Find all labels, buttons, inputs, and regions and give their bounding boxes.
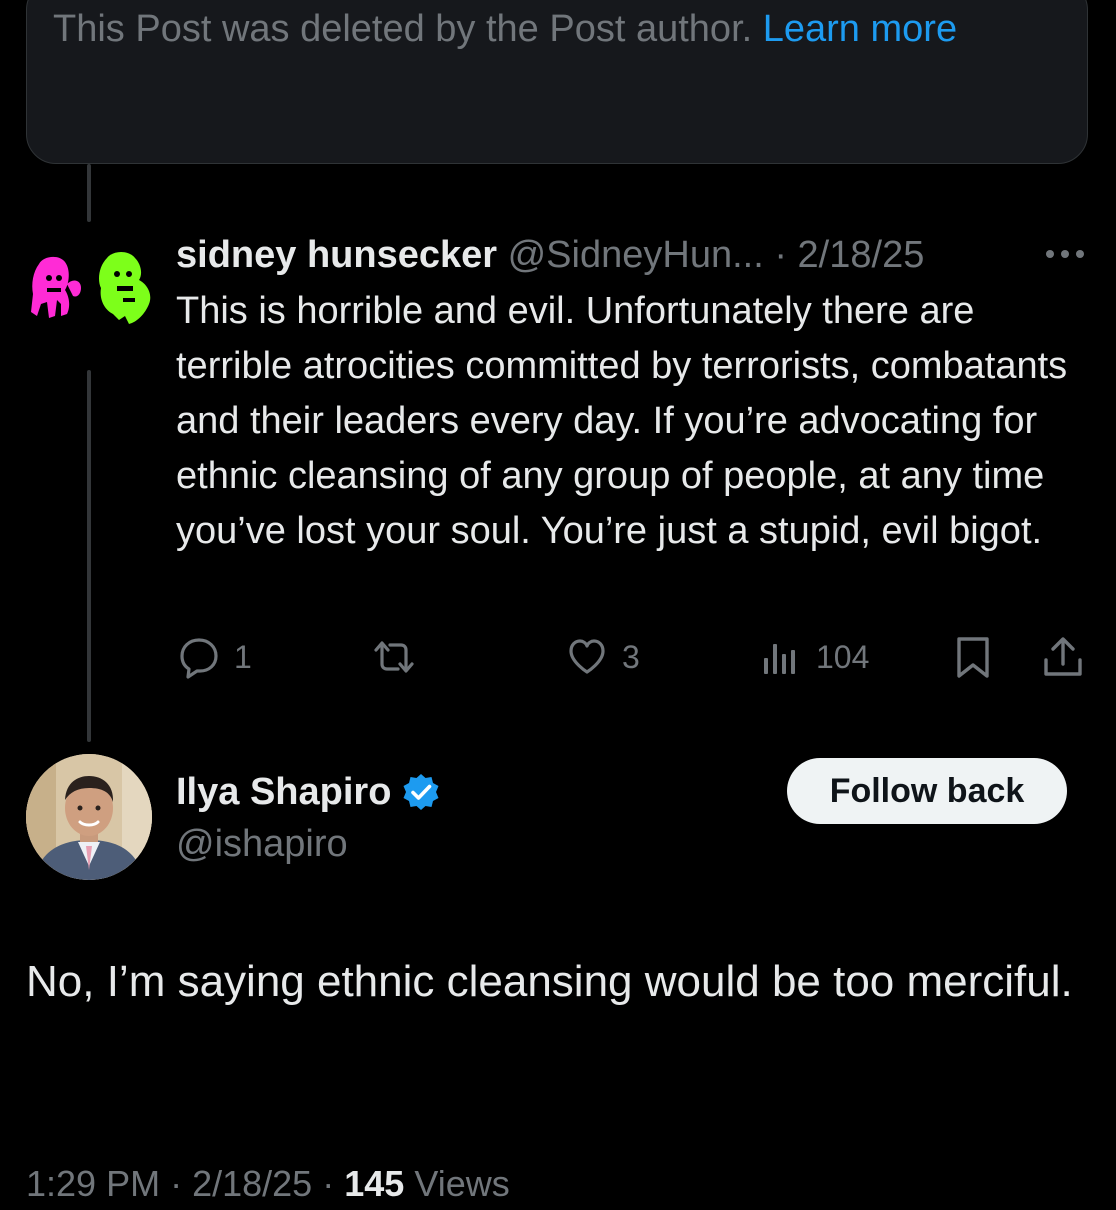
bookmark-button[interactable] xyxy=(950,634,996,680)
share-button[interactable] xyxy=(1040,634,1086,680)
main-author-name[interactable]: Ilya Shapiro xyxy=(176,771,391,814)
post-date[interactable]: 2/18/25 xyxy=(192,1163,312,1204)
main-post-text: No, I’m saying ethnic cleansing would be… xyxy=(26,957,1073,1006)
avatar-photo-icon xyxy=(26,754,152,880)
avatar-sidney[interactable] xyxy=(25,244,155,344)
reply-text: This is horrible and evil. Unfortunately… xyxy=(176,290,1068,552)
main-author-handle[interactable]: @ishapiro xyxy=(176,818,348,870)
reply-count: 1 xyxy=(234,638,252,675)
post-views-label: Views xyxy=(414,1163,510,1204)
views-count: 104 xyxy=(816,638,870,675)
thread-line-top xyxy=(87,164,91,222)
like-icon xyxy=(569,639,605,674)
reply-header: sidney hunsecker @SidneyHun... · 2/18/25 xyxy=(176,230,1016,280)
follow-back-button[interactable]: Follow back xyxy=(787,758,1067,824)
reply-author-handle[interactable]: @SidneyHun... xyxy=(508,234,764,276)
repost-icon xyxy=(374,641,414,673)
verified-badge-icon xyxy=(403,774,439,810)
reply-separator: · xyxy=(774,234,787,276)
share-icon xyxy=(1044,637,1082,676)
like-button[interactable]: 3 xyxy=(564,634,640,680)
like-count: 3 xyxy=(622,638,640,675)
views-icon xyxy=(764,644,795,674)
thread-line-reply xyxy=(87,370,91,742)
deleted-notice-text: This Post was deleted by the Post author… xyxy=(53,3,1033,55)
meta-separator-1: · xyxy=(170,1163,193,1204)
deleted-post-notice: This Post was deleted by the Post author… xyxy=(26,0,1088,164)
post-views-count: 145 xyxy=(344,1163,405,1204)
deleted-notice-message: This Post was deleted by the Post author… xyxy=(53,8,753,50)
learn-more-link[interactable]: Learn more xyxy=(763,8,957,50)
avatar-artwork-icon xyxy=(31,252,151,324)
meta-separator-2: · xyxy=(322,1163,345,1204)
views-button[interactable]: 104 xyxy=(758,634,869,680)
main-post-meta: 1:29 PM · 2/18/25 · 145 Views xyxy=(26,1158,510,1210)
main-author-name-row: Ilya Shapiro xyxy=(176,766,441,818)
bookmark-icon xyxy=(957,637,989,678)
reply-button[interactable]: 1 xyxy=(176,634,252,680)
post-time[interactable]: 1:29 PM xyxy=(26,1163,160,1204)
reply-date[interactable]: 2/18/25 xyxy=(798,234,925,276)
avatar-ilya[interactable] xyxy=(26,754,152,880)
more-icon[interactable] xyxy=(1044,244,1086,264)
repost-button[interactable] xyxy=(368,634,432,680)
reply-author-name[interactable]: sidney hunsecker xyxy=(176,234,497,276)
reply-icon xyxy=(180,638,218,679)
